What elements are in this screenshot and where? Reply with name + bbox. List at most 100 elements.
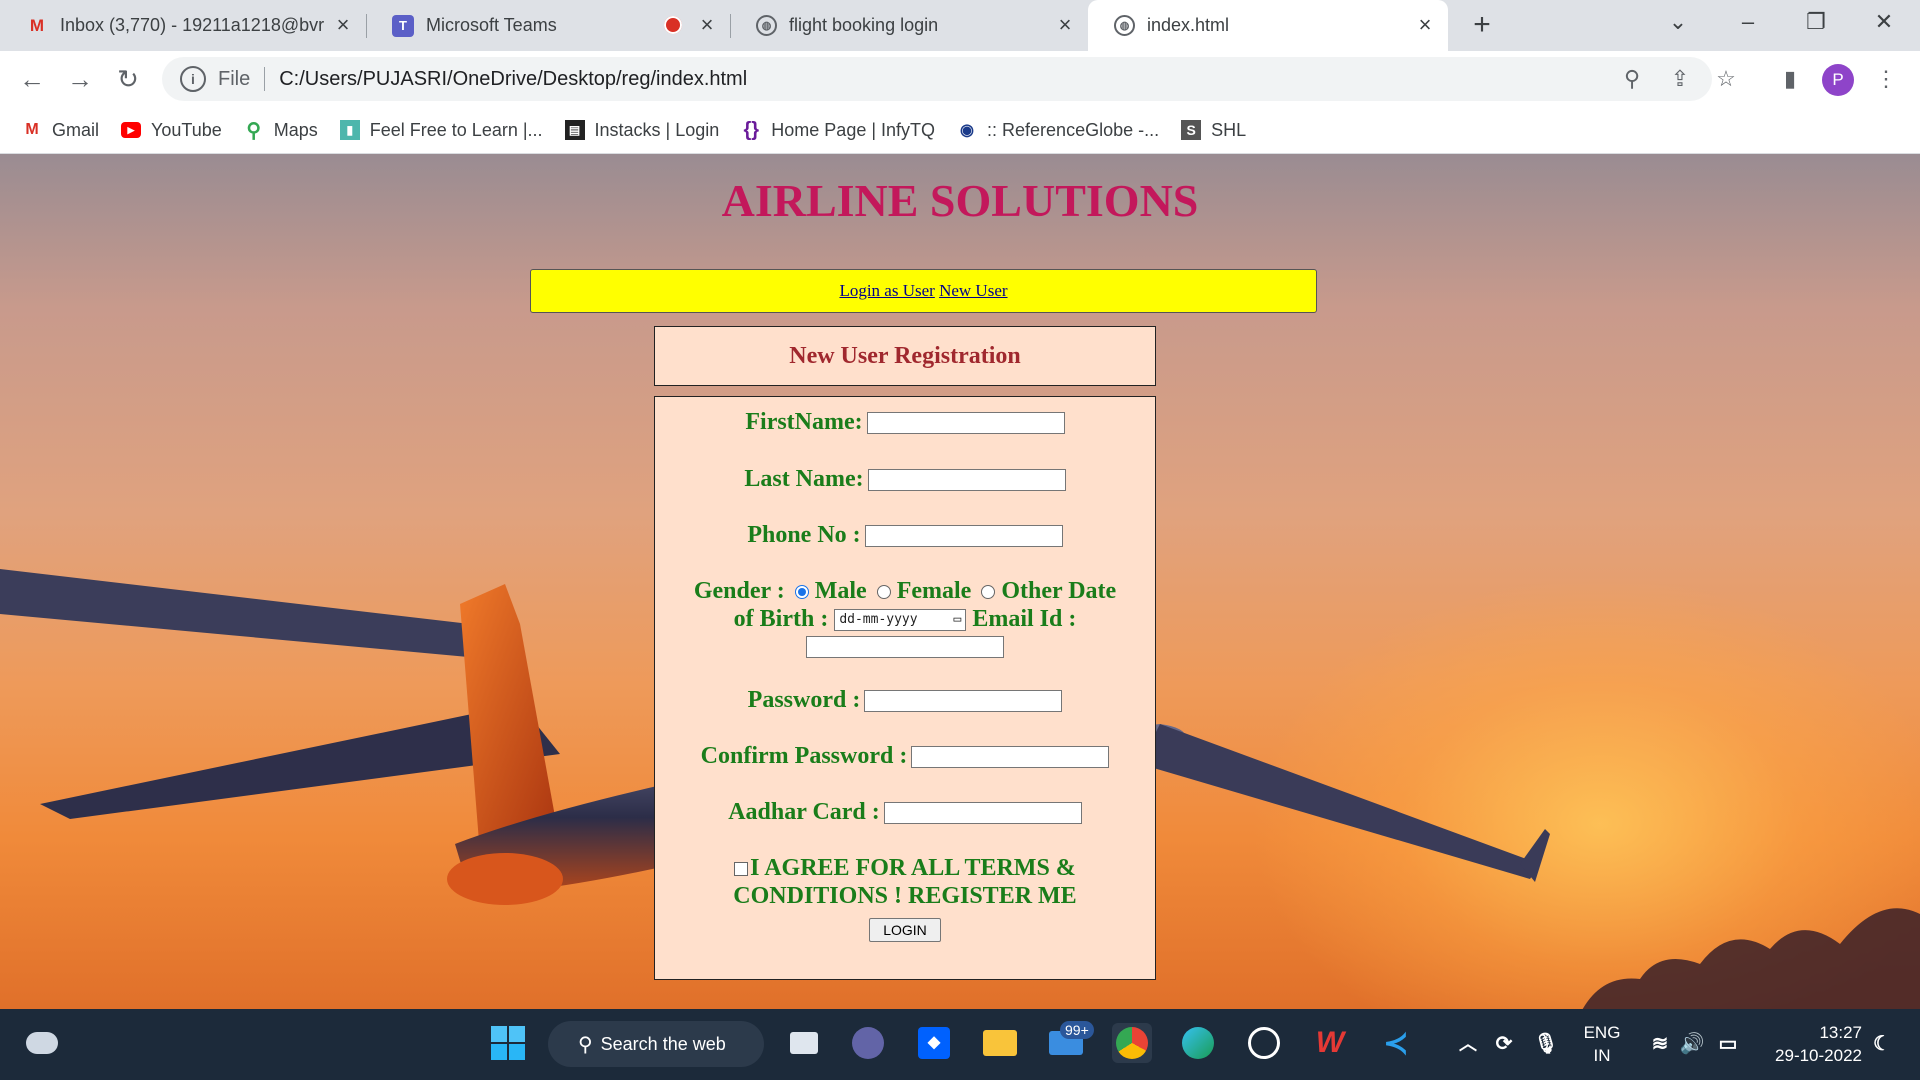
close-window-icon[interactable]: ✕ — [1854, 0, 1914, 44]
task-view-icon[interactable] — [784, 1023, 824, 1063]
gender-label: Gender : — [693, 578, 785, 604]
wps-office-icon[interactable]: W — [1310, 1023, 1350, 1063]
profile-avatar[interactable]: P — [1822, 64, 1854, 96]
bookmark-label: YouTube — [151, 119, 222, 140]
windows-start-icon[interactable] — [488, 1023, 528, 1063]
confirm-password-row: Confirm Password : — [655, 743, 1155, 770]
bookmark-feel-free[interactable]: ▮ Feel Free to Learn |... — [339, 119, 543, 141]
registration-form: FirstName: Last Name: Phone No : Gender … — [654, 396, 1156, 980]
email-input[interactable] — [806, 636, 1004, 659]
vscode-icon[interactable]: ≺ — [1376, 1023, 1416, 1063]
gender-male-radio[interactable] — [794, 585, 809, 600]
tab-strip: M Inbox (3,770) - 19211a1218@bvr × T Mic… — [0, 0, 1920, 51]
sync-icon[interactable]: ⟳ — [1484, 1023, 1524, 1063]
file-explorer-icon[interactable] — [980, 1023, 1020, 1063]
close-tab-icon[interactable]: × — [332, 14, 354, 36]
bookmark-label: Gmail — [52, 119, 100, 140]
openai-icon[interactable] — [1244, 1023, 1284, 1063]
bookmark-instacks[interactable]: ▤ Instacks | Login — [564, 120, 719, 141]
shl-icon: S — [1181, 120, 1202, 140]
youtube-icon: ▶ — [121, 120, 142, 140]
gender-other-radio[interactable] — [981, 585, 996, 600]
password-label: Password : — [747, 687, 861, 713]
maps-icon: ⚲ — [246, 119, 262, 142]
login-submit-button[interactable]: LOGIN — [869, 918, 941, 942]
tab-index-html[interactable]: ◍ index.html × — [1088, 0, 1448, 51]
battery-icon[interactable]: ▭ — [1708, 1023, 1748, 1063]
last-name-row: Last Name: — [655, 466, 1155, 493]
gmail-icon: M — [25, 121, 39, 138]
address-bar[interactable]: i File C:/Users/PUJASRI/OneDrive/Desktop… — [162, 57, 1736, 101]
minimize-icon[interactable]: – — [1718, 0, 1778, 44]
zoom-icon[interactable]: ⚲ — [1618, 65, 1646, 93]
restore-icon[interactable]: ❐ — [1786, 0, 1846, 44]
last-name-input[interactable] — [867, 469, 1066, 492]
new-tab-button[interactable]: + — [1466, 10, 1498, 42]
bookmark-shl[interactable]: S SHL — [1181, 120, 1246, 141]
dropbox-icon[interactable]: ◆ — [914, 1023, 954, 1063]
aadhar-input[interactable] — [883, 802, 1082, 825]
clock-date: 29-10-2022 — [1775, 1046, 1862, 1065]
system-clock[interactable]: 13:27 29-10-2022 — [1758, 1021, 1862, 1067]
dob-date-input[interactable]: dd-mm-yyyy ▭ — [834, 609, 967, 632]
bookmarks-bar: M Gmail ▶ YouTube ⚲ Maps ▮ Feel Free to … — [0, 107, 1920, 154]
terms-checkbox[interactable] — [734, 862, 749, 877]
close-tab-icon[interactable]: × — [696, 14, 718, 36]
tab-teams[interactable]: T Microsoft Teams × — [366, 0, 731, 51]
close-tab-icon[interactable]: × — [1054, 14, 1076, 36]
back-icon[interactable]: ← — [14, 61, 50, 97]
language-code: ENG — [1583, 1023, 1621, 1042]
clock-time: 13:27 — [1819, 1023, 1862, 1042]
bookmark-referenceglobe[interactable]: ◉ :: ReferenceGlobe -... — [957, 120, 1159, 141]
weather-icon[interactable] — [22, 1023, 62, 1063]
tab-search-icon[interactable]: ⌄ — [1648, 0, 1708, 44]
new-user-link[interactable]: New User — [939, 281, 1007, 300]
do-not-disturb-icon[interactable]: ☾ — [1862, 1023, 1902, 1063]
bookmark-infytq[interactable]: {} Home Page | InfyTQ — [741, 119, 936, 141]
login-as-user-link[interactable]: Login as User — [839, 281, 934, 300]
tab-title: Microsoft Teams — [426, 15, 557, 35]
url-text[interactable]: C:/Users/PUJASRI/OneDrive/Desktop/reg/in… — [279, 68, 747, 91]
volume-icon[interactable]: 🔊 — [1672, 1023, 1712, 1063]
taskbar-search[interactable]: ⚲ Search the web — [548, 1021, 764, 1067]
gender-female-radio[interactable] — [876, 585, 891, 600]
bookmark-youtube[interactable]: ▶ YouTube — [121, 120, 222, 141]
browser-toolbar: ← → ↻ i File C:/Users/PUJASRI/OneDrive/D… — [0, 51, 1920, 107]
reload-icon[interactable]: ↻ — [110, 61, 146, 97]
password-row: Password : — [655, 687, 1155, 714]
terms-row-2: CONDITIONS ! REGISTER ME — [655, 883, 1155, 910]
bookmark-gmail[interactable]: M Gmail — [22, 120, 99, 141]
divider — [264, 67, 266, 91]
bookmark-label: Feel Free to Learn |... — [369, 119, 543, 140]
globe-icon: ◍ — [1114, 15, 1135, 36]
bookmark-maps[interactable]: ⚲ Maps — [244, 119, 317, 142]
password-input[interactable] — [864, 690, 1063, 713]
close-tab-icon[interactable]: × — [1414, 14, 1436, 36]
bookmark-icon: ▮ — [339, 120, 360, 140]
edge-icon[interactable] — [1178, 1023, 1218, 1063]
first-name-input[interactable] — [866, 412, 1065, 435]
confirm-password-input[interactable] — [911, 746, 1110, 769]
tab-flight-booking-login[interactable]: ◍ flight booking login × — [730, 0, 1088, 51]
windows-taskbar: ⚲ Search the web ◆ 99+ W ≺ ︿ ⟳ 🎙 ENG IN … — [0, 1009, 1920, 1080]
bookmark-star-icon[interactable]: ☆ — [1712, 65, 1740, 93]
chrome-icon[interactable] — [1112, 1023, 1152, 1063]
menu-icon[interactable]: ⋮ — [1868, 61, 1904, 97]
language-indicator[interactable]: ENG IN — [1580, 1021, 1624, 1067]
last-name-label: Last Name: — [744, 466, 864, 492]
gender-male-label: Male — [814, 578, 867, 604]
forward-icon[interactable]: → — [62, 61, 98, 97]
microphone-icon[interactable]: 🎙 — [1526, 1023, 1566, 1063]
email-label: Email Id : — [972, 606, 1077, 632]
chat-icon[interactable] — [848, 1023, 888, 1063]
site-info-icon[interactable]: i — [180, 66, 206, 92]
tray-overflow-icon[interactable]: ︿ — [1448, 1023, 1488, 1063]
bookmark-label: Home Page | InfyTQ — [771, 119, 936, 140]
search-icon: ⚲ — [578, 1033, 593, 1056]
share-icon[interactable]: ⇪ — [1666, 65, 1694, 93]
phone-input[interactable] — [864, 525, 1063, 548]
calendar-icon[interactable]: ▭ — [953, 610, 961, 630]
tab-gmail[interactable]: M Inbox (3,770) - 19211a1218@bvr × — [0, 0, 367, 51]
scheme-label: File — [218, 67, 251, 90]
side-panel-icon[interactable]: ▮ — [1772, 61, 1808, 97]
